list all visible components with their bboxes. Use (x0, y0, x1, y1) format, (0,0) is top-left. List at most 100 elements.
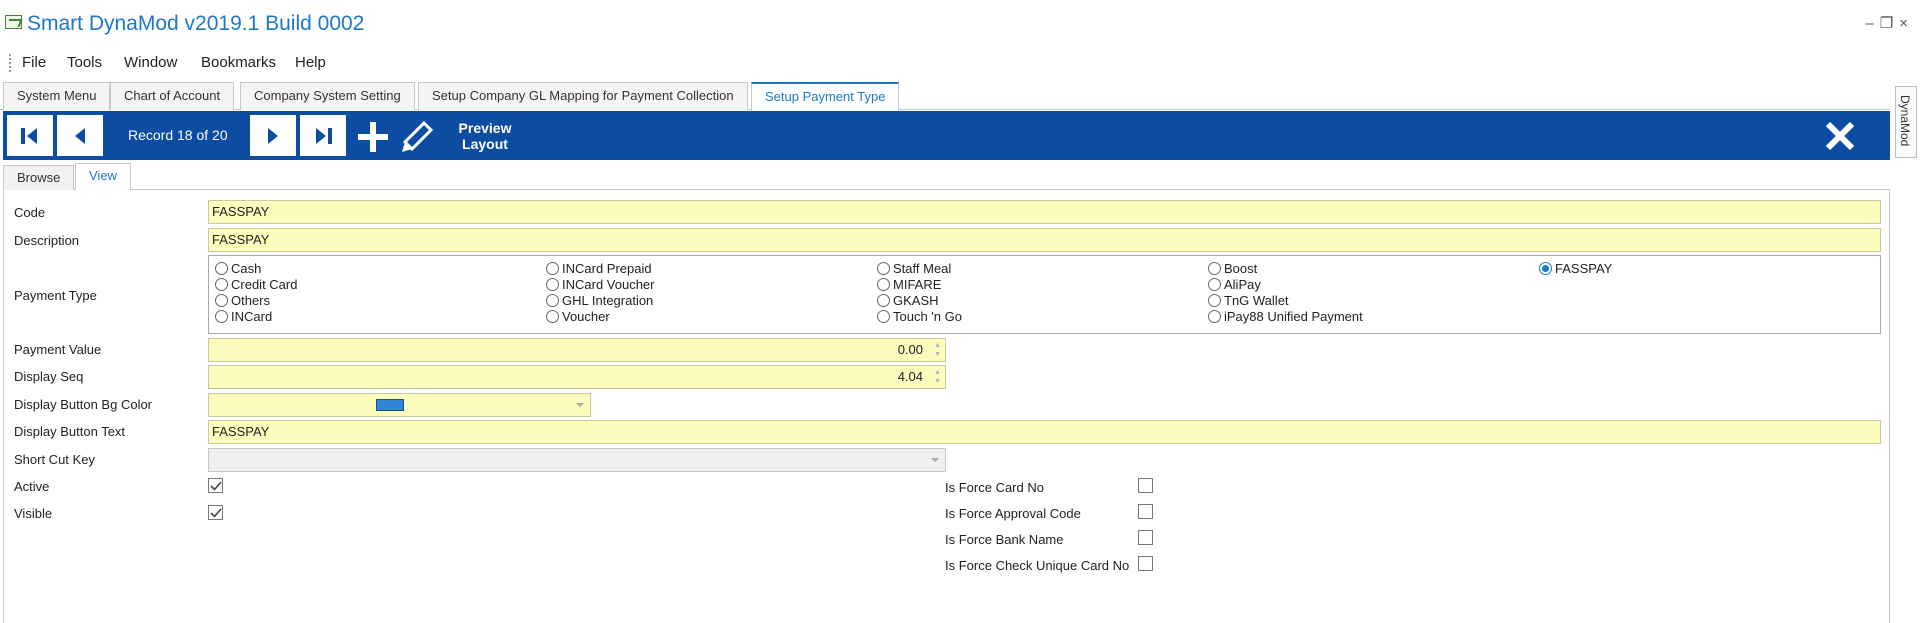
radio-gkash[interactable]: GKASH (877, 293, 939, 309)
radio-label: GHL Integration (562, 293, 654, 308)
radio-ghl-integration[interactable]: GHL Integration (546, 293, 653, 309)
previous-record-button[interactable] (57, 115, 103, 156)
edit-button[interactable] (400, 120, 434, 157)
force-bank-name-checkbox[interactable] (1138, 530, 1153, 545)
force-card-no-label: Is Force Card No (945, 480, 1044, 495)
window-controls: –❐× (1865, 14, 1914, 32)
radio-credit-card[interactable]: Credit Card (215, 277, 297, 293)
radio-cash[interactable]: Cash (215, 261, 261, 277)
color-swatch (376, 399, 404, 411)
display-seq-text: 4.04 (897, 369, 923, 384)
force-approval-code-label: Is Force Approval Code (945, 506, 1081, 521)
last-record-button[interactable] (300, 115, 346, 156)
document-tab-strip: System Menu Chart of Account Company Sys… (0, 82, 1890, 111)
radio-ipay88[interactable]: iPay88 Unified Payment (1208, 309, 1363, 325)
next-record-button[interactable] (250, 115, 296, 156)
checkmark-icon (210, 508, 222, 518)
radio-mifare[interactable]: MIFARE (877, 277, 941, 293)
radio-icon (215, 278, 228, 291)
force-card-no-checkbox[interactable] (1138, 478, 1153, 493)
radio-icon (215, 262, 228, 275)
radio-boost[interactable]: Boost (1208, 261, 1257, 277)
tab-view[interactable]: View (75, 163, 131, 190)
radio-selected-icon (1539, 262, 1552, 275)
tab-setup-payment-type[interactable]: Setup Payment Type (751, 82, 900, 111)
spin-updown-icon[interactable]: ▲ ▼ (933, 368, 942, 386)
bg-color-picker[interactable] (208, 393, 591, 417)
form-panel: Code FASSPAY Description FASSPAY Payment… (3, 190, 1890, 623)
app-logo-icon (5, 15, 22, 29)
description-label: Description (14, 233, 80, 248)
active-label: Active (14, 479, 50, 494)
close-button[interactable] (1824, 120, 1856, 155)
close-icon (1825, 121, 1855, 151)
minimize-icon[interactable]: – (1865, 15, 1879, 32)
radio-icon (546, 294, 559, 307)
radio-label: INCard Voucher (562, 277, 655, 292)
radio-icon (877, 262, 890, 275)
payment-type-label: Payment Type (14, 288, 97, 303)
radio-fasspay[interactable]: FASSPAY (1539, 261, 1612, 277)
radio-icon (546, 310, 559, 323)
display-seq-field[interactable]: 4.04 ▲ ▼ (208, 365, 946, 389)
force-approval-code-checkbox[interactable] (1138, 504, 1153, 519)
tab-browse[interactable]: Browse (3, 165, 75, 190)
radio-incard[interactable]: INCard (215, 309, 272, 325)
display-seq-label: Display Seq (14, 369, 84, 384)
next-record-icon (268, 127, 278, 144)
spin-updown-icon[interactable]: ▲ ▼ (933, 341, 942, 359)
radio-incard-voucher[interactable]: INCard Voucher (546, 277, 655, 293)
first-record-button[interactable] (7, 115, 53, 156)
radio-tng-wallet[interactable]: TnG Wallet (1208, 293, 1289, 309)
restore-icon[interactable]: ❐ (1880, 14, 1899, 32)
tab-company-system-setting[interactable]: Company System Setting (240, 82, 415, 110)
radio-others[interactable]: Others (215, 293, 270, 309)
side-tab-dynamod[interactable]: DynaMod (1895, 86, 1917, 158)
add-button[interactable] (356, 120, 390, 157)
radio-label: Others (231, 293, 271, 308)
radio-label: iPay88 Unified Payment (1224, 309, 1363, 324)
radio-alipay[interactable]: AliPay (1208, 277, 1261, 293)
active-checkbox[interactable] (208, 478, 223, 493)
menu-help[interactable]: Help (295, 54, 326, 71)
tab-chart-of-account[interactable]: Chart of Account (110, 82, 235, 110)
force-unique-card-checkbox[interactable] (1138, 556, 1153, 571)
radio-icon (877, 294, 890, 307)
menu-tools[interactable]: Tools (67, 54, 102, 71)
visible-checkbox[interactable] (208, 505, 223, 520)
record-toolbar: Record 18 of 20 Preview Layout (3, 111, 1890, 160)
menu-window[interactable]: Window (124, 54, 177, 71)
menu-grip-icon (9, 54, 11, 72)
menu-file[interactable]: File (22, 54, 46, 71)
radio-label: Touch 'n Go (893, 309, 962, 324)
radio-label: Credit Card (231, 277, 298, 292)
radio-label: Cash (231, 261, 262, 276)
tab-gl-mapping[interactable]: Setup Company GL Mapping for Payment Col… (418, 82, 748, 110)
radio-icon (215, 294, 228, 307)
radio-incard-prepaid[interactable]: INCard Prepaid (546, 261, 652, 277)
radio-voucher[interactable]: Voucher (546, 309, 610, 325)
close-window-icon[interactable]: × (1899, 15, 1914, 32)
radio-icon (1208, 262, 1221, 275)
radio-icon (215, 310, 228, 323)
checkmark-icon (210, 481, 222, 491)
previous-record-icon (75, 127, 85, 144)
chevron-down-icon[interactable] (931, 458, 939, 462)
menu-bookmarks[interactable]: Bookmarks (201, 54, 276, 71)
tab-system-menu[interactable]: System Menu (3, 82, 111, 110)
chevron-down-icon[interactable] (576, 403, 584, 407)
title-bar: Smart DynaMod v2019.1 Build 0002 –❐× (0, 0, 1920, 50)
radio-staff-meal[interactable]: Staff Meal (877, 261, 951, 277)
radio-icon (1208, 294, 1221, 307)
preview-layout-button[interactable]: Preview Layout (453, 120, 517, 152)
payment-value-field[interactable]: 0.00 ▲ ▼ (208, 338, 946, 362)
code-field[interactable]: FASSPAY (208, 200, 1881, 224)
add-icon (358, 122, 388, 152)
view-mode-tabs: Browse View (3, 163, 1890, 190)
radio-touch-n-go[interactable]: Touch 'n Go (877, 309, 962, 325)
code-label: Code (14, 205, 46, 220)
shortcut-key-select[interactable] (208, 448, 946, 472)
menu-bar: File Tools Window Bookmarks Help (0, 50, 1920, 76)
button-text-field[interactable]: FASSPAY (208, 420, 1881, 444)
description-field[interactable]: FASSPAY (208, 228, 1881, 252)
